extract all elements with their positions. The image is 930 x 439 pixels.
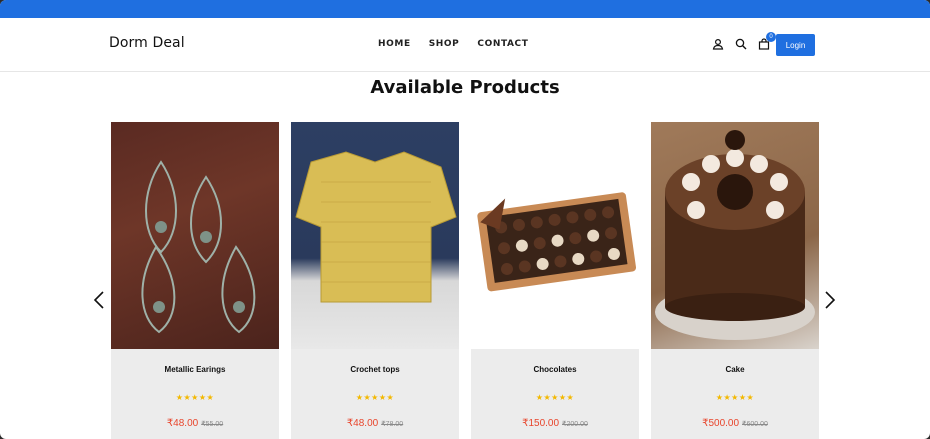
carousel-prev-arrow[interactable]: [91, 288, 107, 312]
rating-stars: ★★★★★: [175, 393, 215, 402]
browser-frame: Dorm Deal HOME SHOP CONTACT 0 Login Avai…: [0, 0, 930, 439]
old-price: ₹200.00: [562, 421, 588, 428]
product-carousel: Metallic Earings ★★★★★ ₹48.00 ₹55.00 Croc…: [111, 122, 819, 439]
product-image: [111, 122, 279, 349]
product-card[interactable]: Metallic Earings ★★★★★ ₹48.00 ₹55.00: [111, 122, 279, 439]
rating-stars: ★★★★★: [535, 393, 575, 402]
login-button[interactable]: Login: [776, 34, 815, 56]
product-name: Cake: [725, 365, 745, 374]
cart-count-badge: 0: [766, 32, 776, 42]
product-name: Crochet tops: [350, 365, 400, 374]
product-name: Chocolates: [533, 365, 577, 374]
brand-logo[interactable]: Dorm Deal: [109, 35, 185, 51]
rating-stars: ★★★★★: [355, 393, 395, 402]
product-card[interactable]: Cake ★★★★★ ₹500.00 ₹600.00: [651, 122, 819, 439]
product-image: [471, 122, 639, 349]
product-price: ₹150.00 ₹200.00: [471, 418, 639, 429]
old-price: ₹78.00: [381, 421, 404, 428]
current-price: ₹48.00: [346, 418, 379, 429]
current-price: ₹150.00: [522, 418, 560, 429]
current-price: ₹48.00: [166, 418, 199, 429]
search-icon[interactable]: [734, 37, 748, 51]
product-image: [651, 122, 819, 349]
carousel-next-arrow[interactable]: [822, 288, 838, 312]
product-card[interactable]: Chocolates ★★★★★ ₹150.00 ₹200.00: [471, 122, 639, 439]
product-price: ₹48.00 ₹78.00: [291, 418, 459, 429]
user-icon[interactable]: [711, 37, 725, 51]
old-price: ₹55.00: [201, 421, 224, 428]
product-card[interactable]: Crochet tops ★★★★★ ₹48.00 ₹78.00: [291, 122, 459, 439]
cart-icon[interactable]: 0: [757, 32, 776, 51]
nav-contact[interactable]: CONTACT: [477, 39, 528, 49]
product-name: Metallic Earings: [164, 365, 226, 374]
old-price: ₹600.00: [742, 421, 768, 428]
header-icons: 0: [711, 32, 776, 51]
main-nav: HOME SHOP CONTACT: [378, 39, 529, 49]
current-price: ₹500.00: [702, 418, 740, 429]
rating-stars: ★★★★★: [715, 393, 755, 402]
section-title: Available Products: [370, 77, 560, 98]
product-price: ₹500.00 ₹600.00: [651, 418, 819, 429]
top-accent-bar: [0, 0, 930, 18]
site-header: Dorm Deal HOME SHOP CONTACT 0 Login: [0, 18, 930, 72]
product-image: [291, 122, 459, 349]
nav-shop[interactable]: SHOP: [429, 39, 460, 49]
nav-home[interactable]: HOME: [378, 39, 411, 49]
product-price: ₹48.00 ₹55.00: [111, 418, 279, 429]
